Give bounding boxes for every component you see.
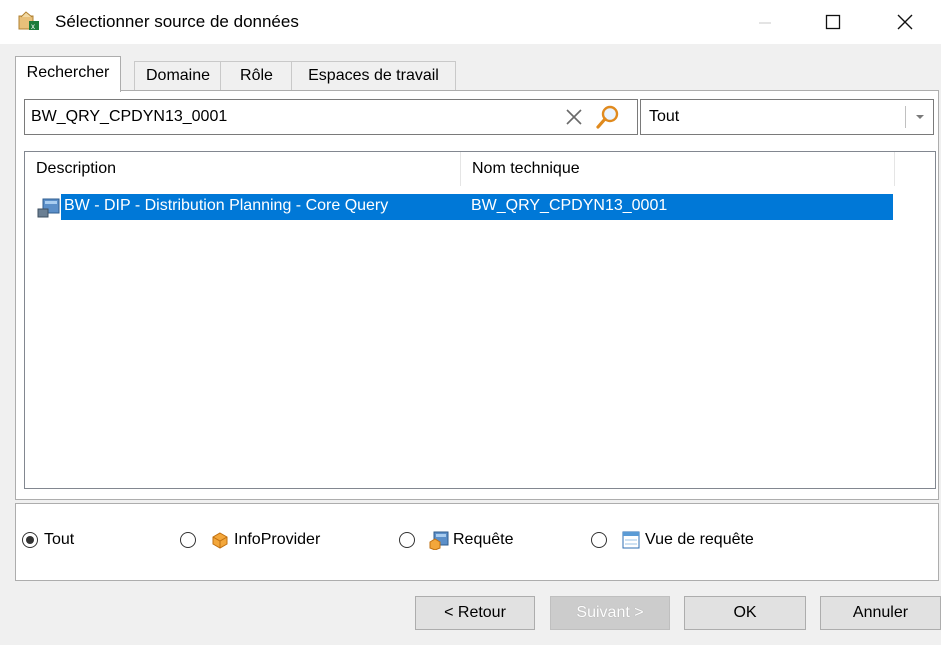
ok-button[interactable]: OK xyxy=(684,596,806,630)
radio-button[interactable] xyxy=(22,532,38,548)
scope-dropdown[interactable]: Tout xyxy=(640,99,934,135)
app-icon: x xyxy=(18,11,39,31)
search-panel: Tout Description Nom technique BW - DIP … xyxy=(15,90,939,500)
close-button[interactable] xyxy=(880,0,930,44)
search-box xyxy=(24,99,638,135)
radio-label: InfoProvider xyxy=(234,531,321,548)
clear-icon[interactable] xyxy=(563,106,585,128)
query-icon xyxy=(429,531,449,550)
tab-rechercher[interactable]: Rechercher xyxy=(15,56,121,92)
type-filter-panel: Tout InfoProvider Requête Vue de requête xyxy=(15,503,939,581)
maximize-icon xyxy=(825,14,841,30)
next-button[interactable]: Suivant > xyxy=(550,596,670,630)
close-icon xyxy=(897,14,913,30)
row-description: BW - DIP - Distribution Planning - Core … xyxy=(64,197,389,214)
radio-label: Tout xyxy=(44,531,75,548)
radio-button[interactable] xyxy=(591,532,607,548)
radio-label: Requête xyxy=(453,531,514,548)
maximize-button[interactable] xyxy=(808,0,858,44)
column-header-description[interactable]: Description xyxy=(25,152,461,186)
table-row[interactable]: BW - DIP - Distribution Planning - Core … xyxy=(37,194,893,220)
radio-dot xyxy=(26,536,34,544)
title-bar: x Sélectionner source de données xyxy=(0,0,941,44)
chevron-down-icon xyxy=(916,115,924,119)
cancel-button[interactable]: Annuler xyxy=(820,596,941,630)
search-input[interactable] xyxy=(31,106,531,128)
minimize-button[interactable] xyxy=(740,0,790,44)
query-icon xyxy=(37,198,60,218)
tab-espaces-de-travail[interactable]: Espaces de travail xyxy=(291,61,456,90)
search-icon[interactable] xyxy=(595,104,621,130)
row-selection: BW - DIP - Distribution Planning - Core … xyxy=(61,194,893,220)
tab-domaine[interactable]: Domaine xyxy=(134,61,222,90)
infoprovider-icon xyxy=(212,532,228,549)
column-header-technical-name[interactable]: Nom technique xyxy=(461,152,895,186)
results-list[interactable]: Description Nom technique BW - DIP - Dis… xyxy=(24,151,936,489)
radio-tout[interactable]: Tout xyxy=(22,528,74,552)
radio-vue-de-requete[interactable]: Vue de requête xyxy=(591,528,754,552)
window-title: Sélectionner source de données xyxy=(55,12,299,31)
dropdown-separator xyxy=(905,106,906,128)
radio-label: Vue de requête xyxy=(645,531,754,548)
minimize-icon xyxy=(759,22,771,24)
radio-infoprovider[interactable]: InfoProvider xyxy=(180,528,320,552)
scope-value: Tout xyxy=(649,108,680,125)
radio-button[interactable] xyxy=(399,532,415,548)
radio-requete[interactable]: Requête xyxy=(399,528,514,552)
row-technical-name: BW_QRY_CPDYN13_0001 xyxy=(471,197,668,214)
back-button[interactable]: < Retour xyxy=(415,596,535,630)
radio-button[interactable] xyxy=(180,532,196,548)
tab-role[interactable]: Rôle xyxy=(220,61,293,90)
svg-text:x: x xyxy=(31,22,35,31)
query-view-icon xyxy=(622,531,640,549)
